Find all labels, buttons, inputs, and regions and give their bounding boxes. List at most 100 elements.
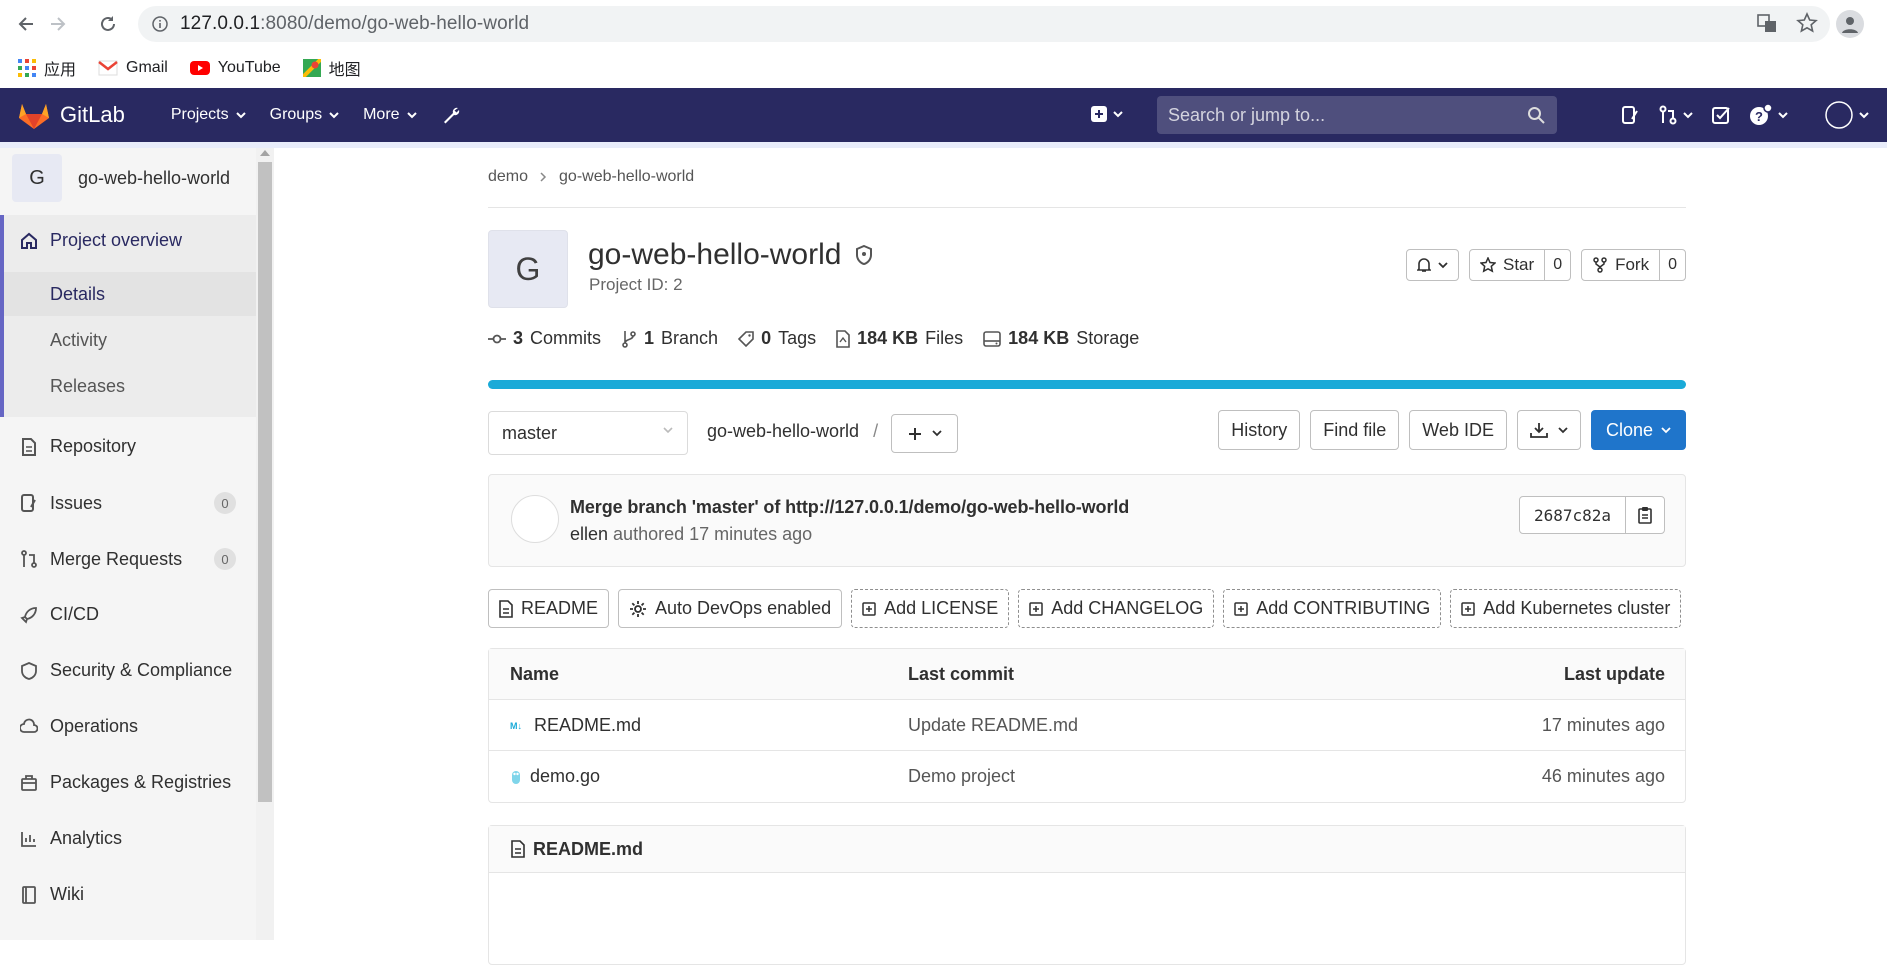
add-contributing-button[interactable]: Add CONTRIBUTING: [1223, 589, 1442, 628]
storage-stat[interactable]: 184 KB Storage: [983, 328, 1139, 349]
nav-more[interactable]: More: [353, 95, 426, 135]
bookmark-maps[interactable]: 地图: [302, 56, 361, 80]
address-bar[interactable]: 127.0.0.1:8080/demo/go-web-hello-world: [138, 6, 1830, 42]
sidebar-item-details[interactable]: Details: [50, 284, 105, 305]
bookmark-apps[interactable]: 应用: [18, 56, 76, 80]
tag-icon: [738, 330, 754, 347]
sidebar-item-packages[interactable]: Packages & Registries: [20, 772, 236, 793]
project-stats: 3 Commits 1 Branch 0 Tags 184 KB Files 184 K…: [488, 328, 1139, 349]
new-item-dropdown[interactable]: [1090, 105, 1123, 123]
commits-stat[interactable]: 3 Commits: [488, 328, 601, 349]
shield-icon: [21, 661, 37, 680]
translate-icon[interactable]: [1756, 12, 1778, 34]
sidebar-item-merge-requests[interactable]: Merge Requests 0: [20, 548, 236, 570]
breadcrumb: demo go-web-hello-world: [488, 168, 694, 186]
settings-gear-icon: [630, 600, 647, 617]
fork-count[interactable]: 0: [1659, 250, 1685, 280]
commit-sha-link[interactable]: 2687c82a: [1520, 497, 1626, 533]
commit-sha-group: 2687c82a: [1518, 496, 1665, 534]
add-license-button[interactable]: Add LICENSE: [851, 589, 1010, 628]
sidebar-item-operations[interactable]: Operations: [20, 716, 236, 737]
sidebar-scrollbar-thumb[interactable]: [258, 162, 272, 802]
table-row[interactable]: M↓ README.md Update README.md 17 minutes…: [489, 700, 1685, 751]
help-icon[interactable]: ?: [1749, 104, 1788, 126]
merge-requests-icon[interactable]: [1658, 105, 1693, 125]
readme-panel: README.md: [488, 825, 1686, 965]
issues-icon[interactable]: [1620, 105, 1640, 125]
commit-icon: [488, 334, 506, 343]
forward-icon[interactable]: [40, 6, 76, 42]
go-gopher-icon: [512, 770, 520, 784]
sidebar-item-project-overview[interactable]: Project overview: [20, 230, 236, 251]
gitlab-home-link[interactable]: GitLab: [18, 100, 125, 130]
project-avatar: G: [488, 230, 568, 308]
sidebar-item-activity[interactable]: Activity: [50, 330, 107, 351]
sidebar-item-wiki[interactable]: Wiki: [20, 884, 236, 905]
bookmark-gmail[interactable]: Gmail: [98, 59, 168, 77]
admin-wrench-icon[interactable]: [431, 95, 471, 135]
browser-profile-icon[interactable]: [1836, 10, 1864, 38]
sidebar-item-issues[interactable]: Issues 0: [20, 492, 236, 514]
commit-author-avatar[interactable]: [511, 495, 559, 543]
add-kubernetes-button[interactable]: Add Kubernetes cluster: [1450, 589, 1682, 628]
auto-devops-button[interactable]: Auto DevOps enabled: [618, 589, 843, 628]
sidebar-item-security[interactable]: Security & Compliance: [20, 660, 236, 681]
bell-icon: [1417, 258, 1431, 272]
header-divider: [0, 142, 1887, 148]
reload-icon[interactable]: [90, 6, 126, 42]
sidebar-item-cicd[interactable]: CI/CD: [20, 604, 236, 625]
commit-title-link[interactable]: Merge branch 'master' of http://127.0.0.…: [570, 497, 1129, 518]
files-stat[interactable]: 184 KB Files: [836, 328, 963, 349]
file-name-link[interactable]: M↓ README.md: [510, 715, 641, 736]
rocket-icon: [20, 606, 37, 624]
file-name-link[interactable]: demo.go: [510, 766, 600, 787]
info-icon[interactable]: [150, 14, 170, 34]
copy-sha-icon[interactable]: [1626, 497, 1664, 533]
maps-icon: [302, 59, 321, 77]
file-tree-table: Name Last commit Last update M↓ README.m…: [488, 648, 1686, 803]
user-avatar[interactable]: [1824, 100, 1869, 130]
column-last-commit: Last commit: [908, 663, 1015, 684]
download-dropdown[interactable]: [1516, 410, 1581, 450]
commit-author-link[interactable]: ellen: [570, 524, 608, 544]
sidebar-item-repository[interactable]: Repository: [20, 436, 236, 457]
branches-stat[interactable]: 1 Branch: [621, 328, 718, 349]
chevron-down-icon: [1113, 110, 1123, 117]
sidebar-details-highlight: [4, 272, 256, 316]
history-button[interactable]: History: [1218, 410, 1301, 450]
nav-groups[interactable]: Groups: [260, 95, 349, 135]
readme-title[interactable]: README.md: [533, 839, 643, 860]
sidebar-item-analytics[interactable]: Analytics: [20, 828, 236, 849]
add-to-tree-dropdown[interactable]: [891, 414, 958, 453]
star-bookmark-icon[interactable]: [1796, 12, 1818, 34]
home-icon: [21, 232, 37, 249]
star-count[interactable]: 0: [1544, 250, 1570, 280]
todos-icon[interactable]: [1711, 105, 1731, 125]
file-commit-link[interactable]: Demo project: [908, 766, 1015, 787]
add-changelog-button[interactable]: Add CHANGELOG: [1018, 589, 1215, 628]
fork-button[interactable]: Fork 0: [1581, 249, 1686, 281]
search-input[interactable]: Search or jump to...: [1157, 96, 1557, 134]
file-commit-link[interactable]: Update README.md: [908, 715, 1078, 736]
tags-stat[interactable]: 0 Tags: [738, 328, 816, 349]
readme-button[interactable]: README: [488, 589, 610, 628]
scroll-up-arrow-icon[interactable]: [260, 150, 270, 156]
web-ide-button[interactable]: Web IDE: [1409, 410, 1507, 450]
plus-square-icon: [1091, 106, 1107, 122]
breadcrumb-project[interactable]: go-web-hello-world: [559, 168, 694, 186]
project-id: Project ID: 2: [589, 275, 683, 294]
sidebar-item-releases[interactable]: Releases: [50, 376, 125, 397]
breadcrumb-demo[interactable]: demo: [488, 168, 528, 186]
notification-dropdown[interactable]: [1406, 249, 1459, 281]
branch-selector[interactable]: master: [488, 411, 688, 455]
bookmark-youtube[interactable]: YouTube: [189, 59, 281, 77]
back-icon[interactable]: [8, 6, 44, 42]
sidebar-project-link[interactable]: G go-web-hello-world: [12, 154, 230, 202]
star-button[interactable]: Star 0: [1469, 249, 1572, 281]
package-icon: [21, 774, 37, 791]
repo-path-root[interactable]: go-web-hello-world: [707, 421, 859, 441]
table-row[interactable]: demo.go Demo project 46 minutes ago: [489, 751, 1685, 802]
clone-button[interactable]: Clone: [1590, 410, 1686, 450]
nav-projects[interactable]: Projects: [161, 95, 256, 135]
find-file-button[interactable]: Find file: [1310, 410, 1400, 450]
